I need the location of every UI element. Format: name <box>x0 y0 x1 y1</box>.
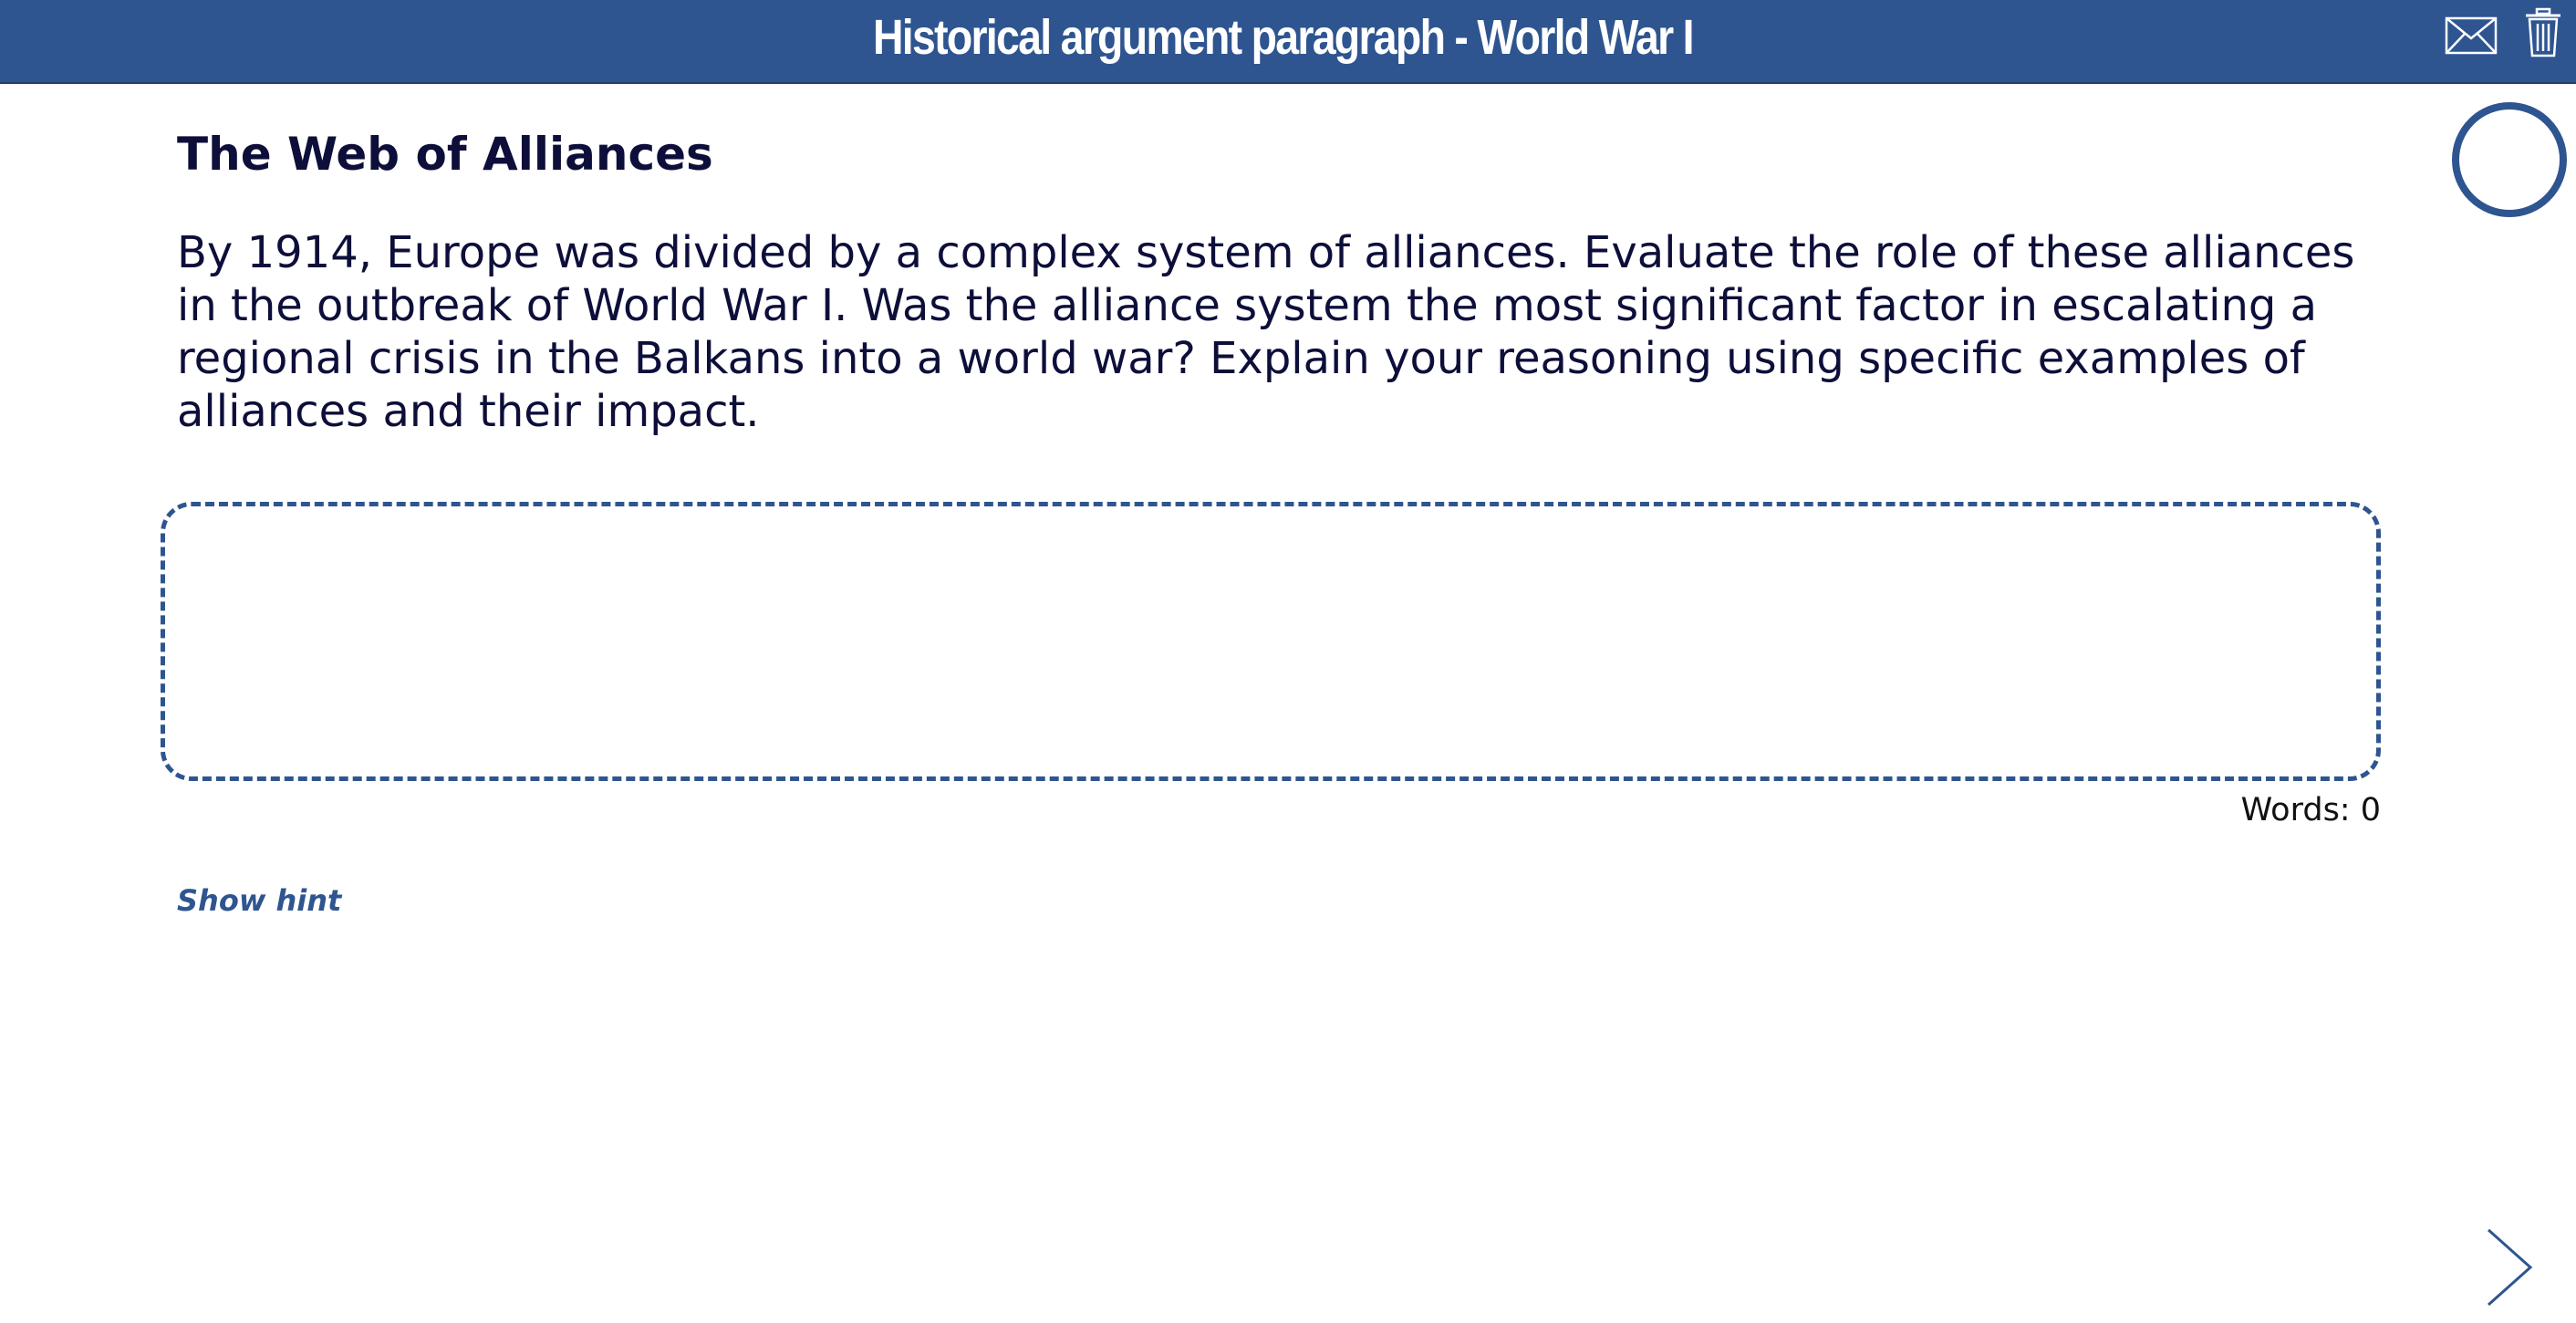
header-bar: Historical argument paragraph - World Wa… <box>0 0 2576 84</box>
progress-ring-icon <box>2452 102 2567 217</box>
question-prompt: By 1914, Europe was divided by a complex… <box>177 227 2355 437</box>
section-title: The Web of Alliances <box>177 128 713 181</box>
trash-icon[interactable] <box>2523 7 2563 58</box>
show-hint-link[interactable]: Show hint <box>177 883 341 918</box>
word-count: Words: 0 <box>2240 792 2381 828</box>
mail-icon[interactable] <box>2445 16 2498 55</box>
page-title: Historical argument paragraph - World Wa… <box>872 10 1695 65</box>
chevron-right-icon[interactable] <box>2483 1226 2538 1308</box>
answer-textarea[interactable] <box>161 502 2381 781</box>
